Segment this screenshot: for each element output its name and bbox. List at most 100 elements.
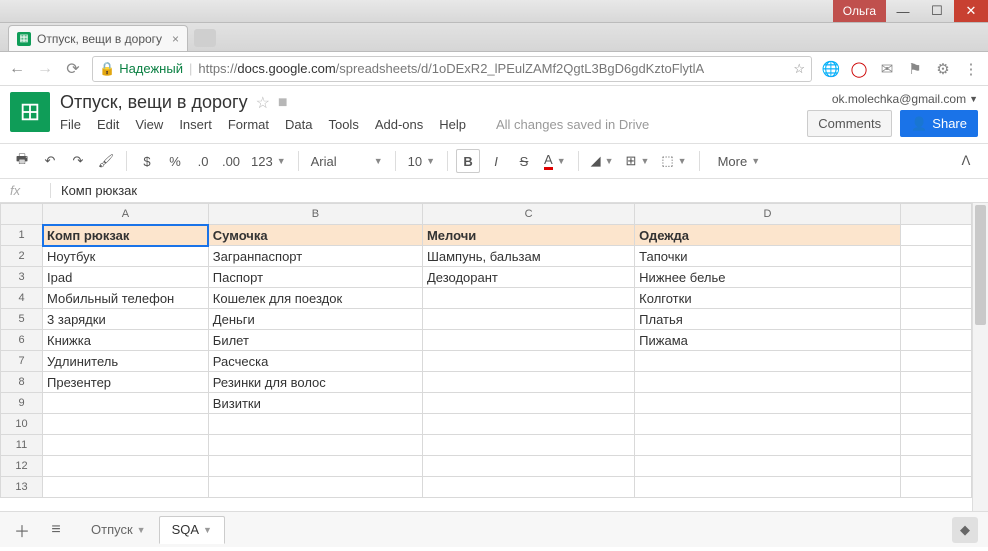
browser-tab[interactable]: ▦ Отпуск, вещи в дорогу × [8,25,188,51]
cell[interactable]: Паспорт [208,267,422,288]
cell[interactable]: Загранпаспорт [208,246,422,267]
grid-scroll[interactable]: ABCD 1Комп рюкзакСумочкаМелочиОдежда 2Ноут… [0,203,972,511]
cell[interactable] [422,351,634,372]
cell[interactable] [43,435,209,456]
cell[interactable]: Сумочка [208,225,422,246]
row-header[interactable]: 10 [1,414,43,435]
menu-help[interactable]: Help [439,117,466,132]
menu-data[interactable]: Data [285,117,312,132]
text-color-select[interactable]: A▼ [540,152,570,170]
explore-button[interactable]: ◆ [952,517,978,543]
bold-icon[interactable]: B [456,149,480,173]
tab-close-icon[interactable]: × [172,32,179,46]
cell[interactable] [208,435,422,456]
print-icon[interactable]: 🖶 [10,149,34,173]
new-tab-button[interactable] [194,29,216,47]
percent-icon[interactable]: % [163,149,187,173]
cell[interactable] [422,330,634,351]
currency-icon[interactable]: $ [135,149,159,173]
menu-view[interactable]: View [135,117,163,132]
row-header[interactable]: 8 [1,372,43,393]
move-folder-icon[interactable]: ■ [278,94,288,112]
merge-cells-select[interactable]: ⬚▼ [657,153,690,169]
cell[interactable] [208,456,422,477]
reload-button[interactable]: ⟳ [64,59,82,79]
cell[interactable] [422,414,634,435]
row-header[interactable]: 4 [1,288,43,309]
add-sheet-button[interactable]: ＋ [10,518,34,542]
account-email[interactable]: ok.molechka@gmail.com▼ [807,92,978,106]
address-bar[interactable]: 🔒 Надежный | https://docs.google.com/spr… [92,56,812,82]
cell[interactable] [43,456,209,477]
extension-globe-icon[interactable]: 🌐 [822,60,840,78]
cell[interactable]: Нижнее белье [635,267,901,288]
cell[interactable]: Комп рюкзак [43,225,209,246]
cell[interactable] [208,414,422,435]
row-header[interactable]: 6 [1,330,43,351]
column-header-D[interactable]: D [635,204,901,225]
row-header[interactable]: 11 [1,435,43,456]
cell[interactable]: Расческа [208,351,422,372]
cell[interactable]: Мобильный телефон [43,288,209,309]
cell[interactable]: Колготки [635,288,901,309]
extension-flag-icon[interactable]: ⚑ [906,60,924,78]
strikethrough-icon[interactable]: S [512,149,536,173]
font-family-select[interactable]: Arial▼ [307,154,387,169]
vertical-scrollbar[interactable] [972,203,988,511]
bookmark-star-icon[interactable]: ☆ [793,61,805,77]
cell[interactable]: Одежда [635,225,901,246]
row-header[interactable]: 9 [1,393,43,414]
window-maximize-button[interactable]: ☐ [920,0,954,22]
cell[interactable]: Платья [635,309,901,330]
share-button[interactable]: 👤 Share [900,110,978,137]
redo-icon[interactable]: ↷ [66,149,90,173]
cell[interactable]: Деньги [208,309,422,330]
star-document-icon[interactable]: ☆ [256,93,270,113]
cell[interactable]: Билет [208,330,422,351]
cell[interactable]: Ноутбук [43,246,209,267]
column-header-A[interactable]: A [43,204,209,225]
cell[interactable] [422,288,634,309]
menu-add-ons[interactable]: Add-ons [375,117,423,132]
back-button[interactable]: ← [8,60,26,78]
cell[interactable]: Удлинитель [43,351,209,372]
row-header[interactable]: 3 [1,267,43,288]
undo-icon[interactable]: ↶ [38,149,62,173]
font-size-select[interactable]: 10▼ [404,154,439,169]
window-close-button[interactable]: ✕ [954,0,988,22]
cell[interactable]: Мелочи [422,225,634,246]
all-sheets-button[interactable]: ≡ [44,521,68,539]
column-header-C[interactable]: C [422,204,634,225]
cell[interactable] [422,309,634,330]
cell[interactable] [635,372,901,393]
row-header[interactable]: 7 [1,351,43,372]
extension-wrench-icon[interactable]: ⚙ [934,60,952,78]
cell[interactable]: Тапочки [635,246,901,267]
fill-color-select[interactable]: ◢▼ [587,153,618,169]
sheet-tab[interactable]: Отпуск▼ [78,516,159,544]
cell[interactable] [43,477,209,498]
cell[interactable]: 3 зарядки [43,309,209,330]
row-header[interactable]: 13 [1,477,43,498]
row-header[interactable]: 2 [1,246,43,267]
cell[interactable] [422,477,634,498]
browser-menu-icon[interactable]: ⋮ [962,60,980,78]
extension-mail-icon[interactable]: ✉ [878,60,896,78]
cell[interactable]: Резинки для волос [208,372,422,393]
italic-icon[interactable]: I [484,149,508,173]
cell[interactable]: Шампунь, бальзам [422,246,634,267]
cell[interactable]: Дезодорант [422,267,634,288]
cell[interactable] [43,414,209,435]
cell[interactable] [635,477,901,498]
row-header[interactable]: 1 [1,225,43,246]
document-title[interactable]: Отпуск, вещи в дорогу [60,92,248,113]
cell[interactable]: Визитки [208,393,422,414]
column-header-B[interactable]: B [208,204,422,225]
row-header[interactable]: 5 [1,309,43,330]
cell[interactable] [635,414,901,435]
sheet-tab[interactable]: SQA▼ [159,516,225,544]
cell[interactable]: Кошелек для поездок [208,288,422,309]
select-all-corner[interactable] [1,204,43,225]
cell[interactable] [635,351,901,372]
cell[interactable] [422,456,634,477]
